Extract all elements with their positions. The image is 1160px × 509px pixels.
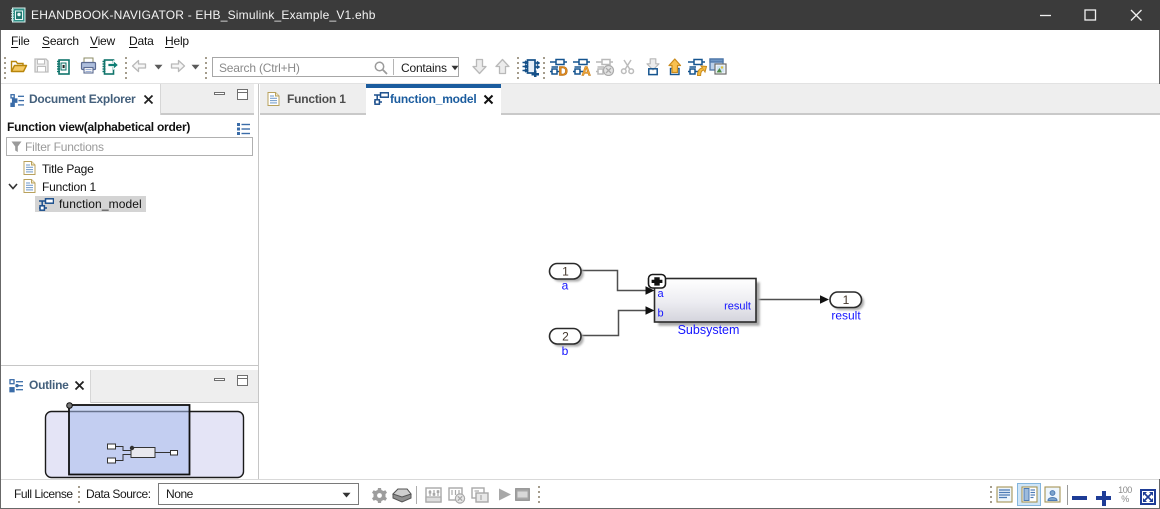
svg-text:a: a	[658, 288, 665, 300]
svg-text:a: a	[562, 279, 569, 293]
svg-text:b: b	[562, 344, 569, 358]
svg-text:D: D	[559, 64, 568, 77]
svg-text:1: 1	[562, 265, 569, 279]
svg-text:2: 2	[562, 330, 569, 344]
svg-text:b: b	[658, 308, 664, 320]
svg-text:Subsystem: Subsystem	[678, 323, 740, 337]
svg-text:A: A	[582, 64, 592, 77]
svg-text:result: result	[831, 309, 861, 323]
svg-text:result: result	[724, 301, 751, 313]
svg-text:1: 1	[843, 293, 850, 307]
